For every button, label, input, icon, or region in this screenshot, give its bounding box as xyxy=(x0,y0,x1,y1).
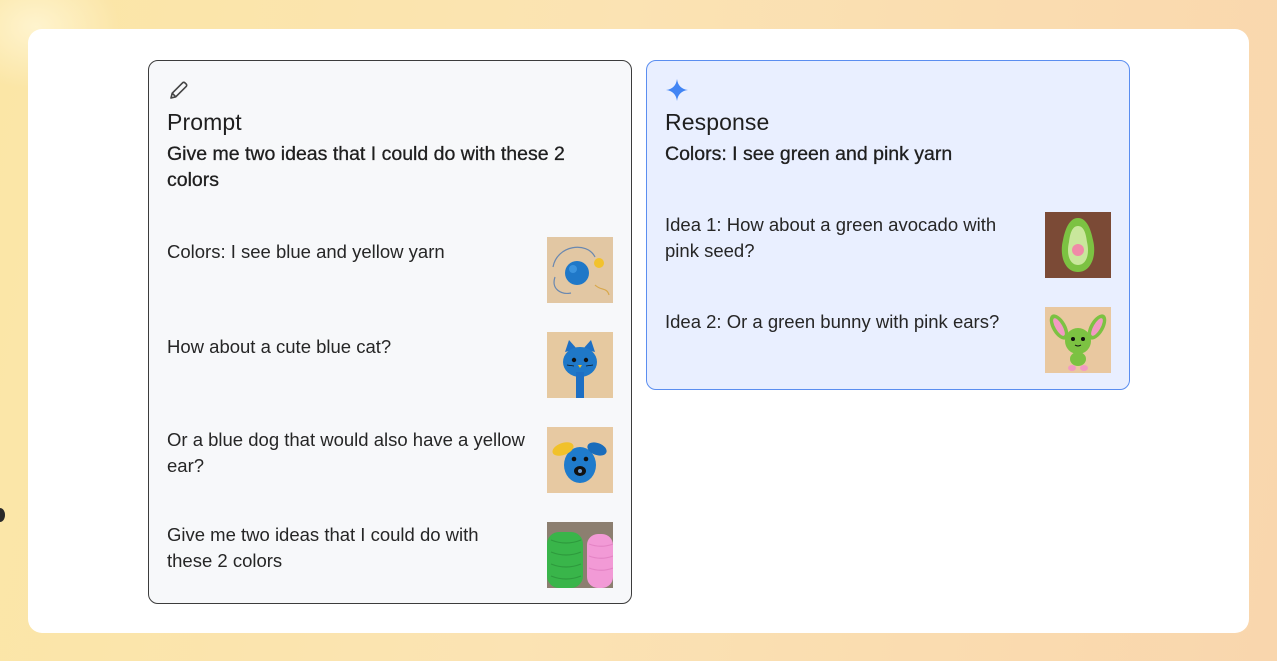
response-item-text: Idea 1: How about a green avocado with p… xyxy=(665,214,997,261)
blue-cat-image xyxy=(547,332,613,398)
response-card: Response Colors: I see green and pink ya… xyxy=(646,60,1130,390)
green-bunny-image xyxy=(1045,307,1111,373)
blue-yarn-image xyxy=(547,237,613,303)
edge-handle xyxy=(0,508,5,522)
pencil-icon xyxy=(167,78,191,102)
green-pink-yarn-image xyxy=(547,522,613,588)
sparkle-icon xyxy=(665,78,689,102)
response-item: Idea 2: Or a green bunny with pink ears? xyxy=(665,307,1111,375)
response-item: Idea 1: How about a green avocado with p… xyxy=(665,212,1111,280)
prompt-subtitle: Give me two ideas that I could do with t… xyxy=(167,143,565,191)
response-item-text: Idea 2: Or a green bunny with pink ears? xyxy=(665,311,1000,332)
prompt-item: How about a cute blue cat? xyxy=(167,332,613,400)
blue-dog-image xyxy=(547,427,613,493)
response-subtitle: Colors: I see green and pink yarn xyxy=(665,143,953,165)
prompt-card: Prompt Give me two ideas that I could do… xyxy=(148,60,632,604)
prompt-item-text: Colors: I see blue and yellow yarn xyxy=(167,241,445,262)
prompt-item-text: Give me two ideas that I could do with t… xyxy=(167,524,479,571)
prompt-item-text: How about a cute blue cat? xyxy=(167,336,392,357)
green-avocado-image xyxy=(1045,212,1111,278)
response-title: Response xyxy=(665,109,770,135)
prompt-title: Prompt xyxy=(167,109,242,135)
prompt-item-text: Or a blue dog that would also have a yel… xyxy=(167,429,525,476)
prompt-item: Colors: I see blue and yellow yarn xyxy=(167,237,613,305)
slide-canvas: Prompt Give me two ideas that I could do… xyxy=(28,29,1249,633)
prompt-item: Or a blue dog that would also have a yel… xyxy=(167,427,613,495)
prompt-item: Give me two ideas that I could do with t… xyxy=(167,522,613,590)
